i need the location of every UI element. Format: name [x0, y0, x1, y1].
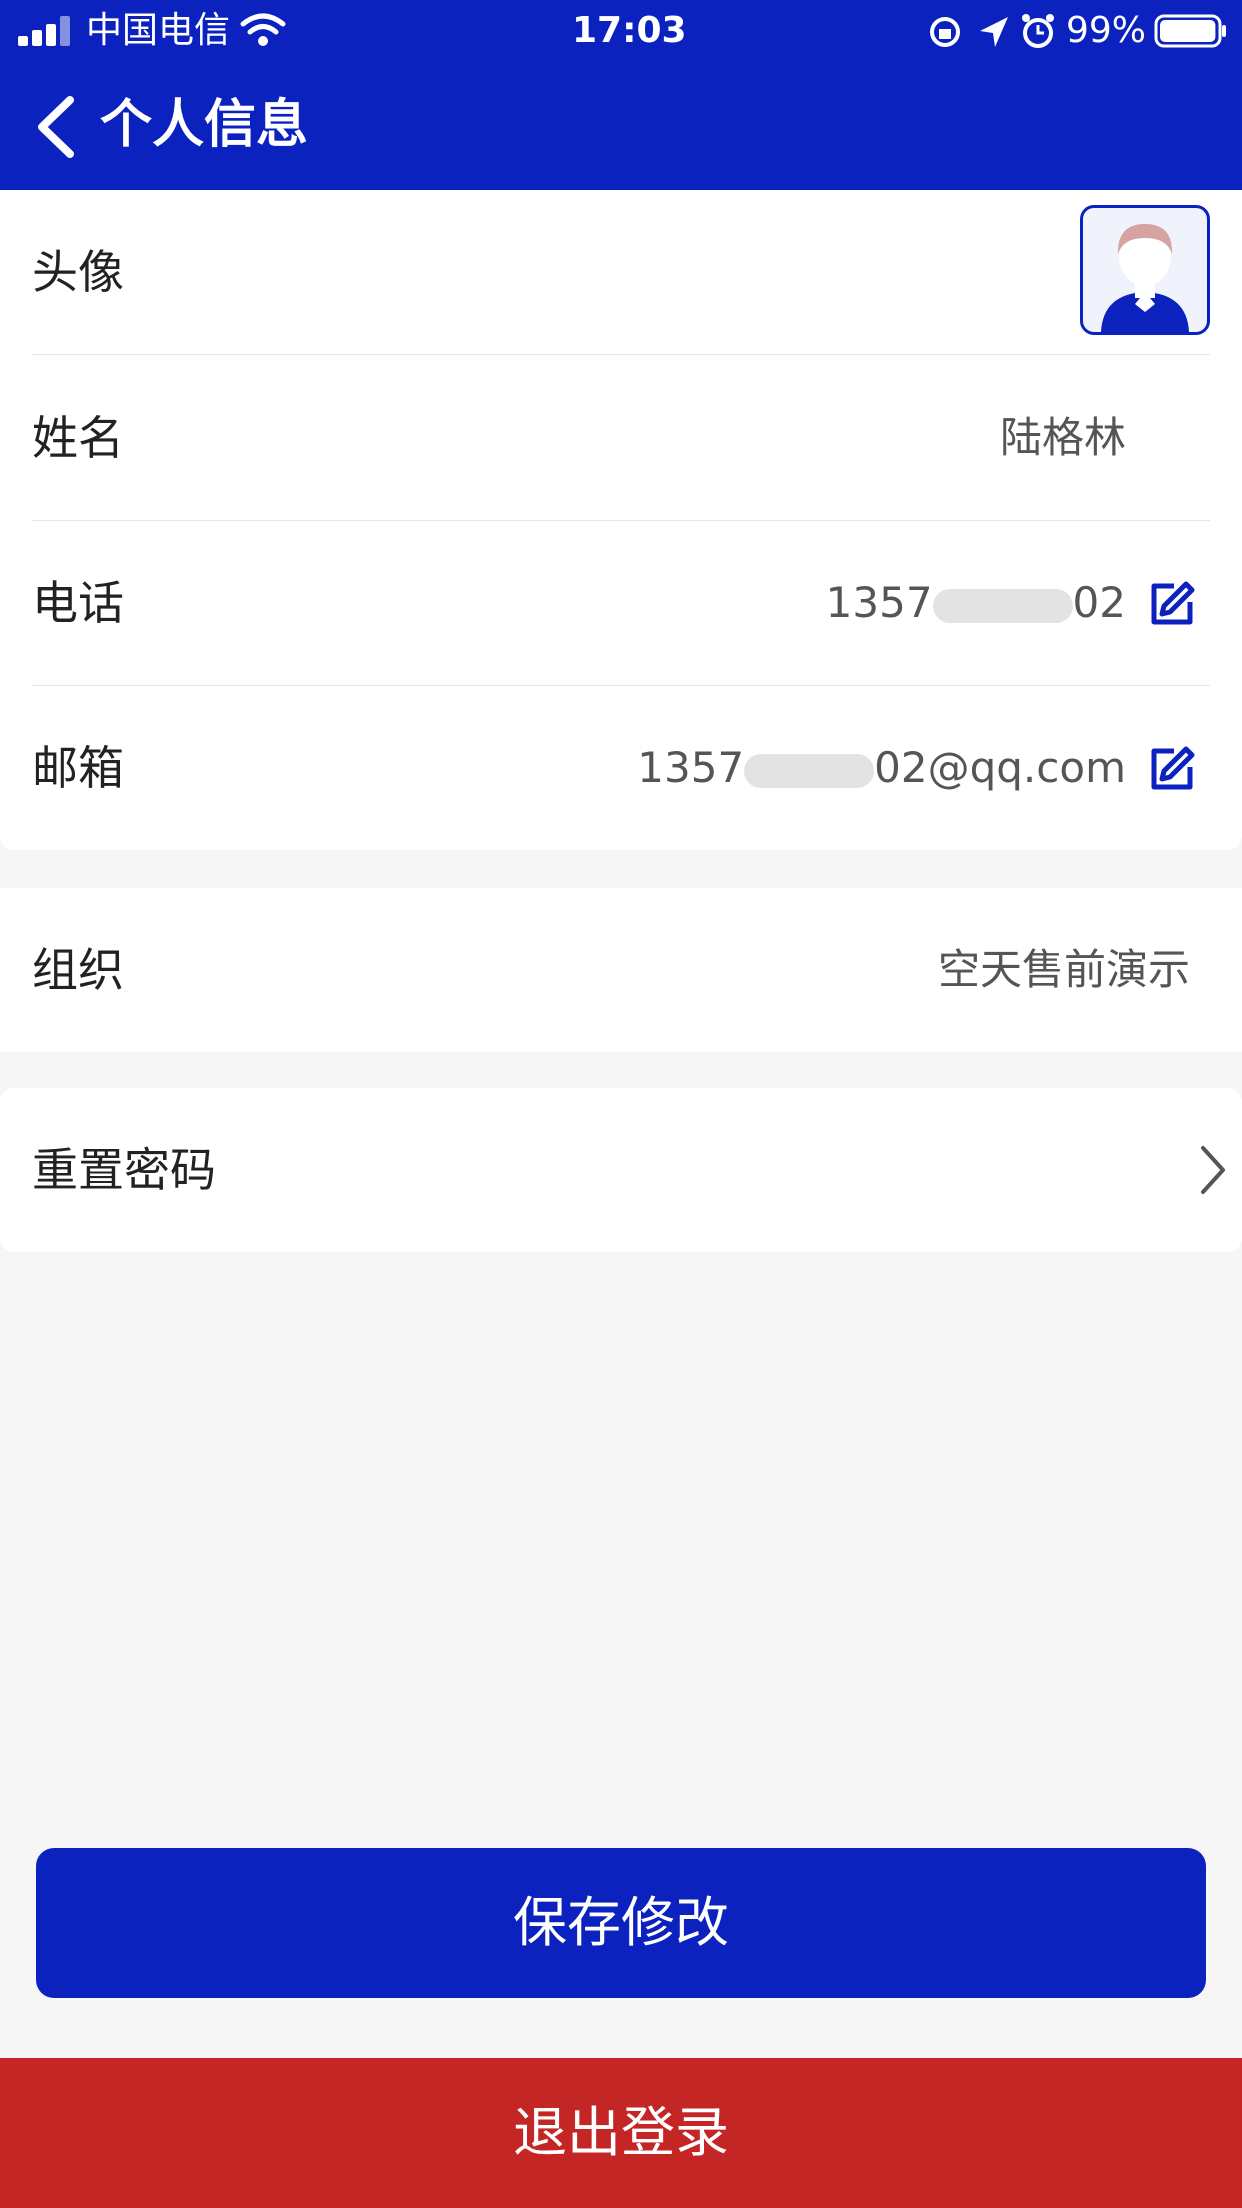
phone-label: 电话	[32, 576, 124, 630]
email-suffix: 02@qq.com	[874, 743, 1126, 792]
org-row: 组织 空天售前演示	[32, 888, 1210, 1052]
wifi-icon	[240, 13, 286, 46]
org-card: 组织 空天售前演示	[0, 888, 1242, 1052]
reset-password-row[interactable]: 重置密码	[32, 1088, 1242, 1252]
edit-icon[interactable]	[1148, 745, 1196, 793]
org-label: 组织	[32, 943, 124, 997]
phone-prefix: 1357	[825, 578, 933, 627]
signal-icon	[18, 16, 76, 46]
phone-value: 1357 02	[826, 521, 1126, 685]
carrier-label: 中国电信	[86, 10, 231, 51]
status-time: 17:03	[572, 10, 687, 51]
org-value: 空天售前演示	[937, 945, 1190, 994]
name-row: 姓名 陆格林	[32, 356, 1210, 521]
name-value: 陆格林	[999, 413, 1126, 462]
redaction-mask	[744, 753, 875, 788]
profile-card: 头像 姓名 陆格林 电话 1357 02 邮箱 1357 02@qq.com	[0, 190, 1242, 850]
alarm-icon	[1022, 14, 1054, 48]
reset-password-label: 重置密码	[32, 1143, 216, 1197]
email-label: 邮箱	[32, 741, 124, 795]
avatar-label: 头像	[32, 245, 124, 299]
email-row: 邮箱 1357 02@qq.com	[32, 686, 1210, 850]
page-title: 个人信息	[100, 95, 309, 155]
avatar-row[interactable]: 头像	[32, 190, 1210, 355]
reset-password-card[interactable]: 重置密码	[0, 1088, 1242, 1252]
name-label: 姓名	[32, 411, 124, 465]
chevron-left-icon[interactable]	[30, 94, 86, 160]
save-button[interactable]: 保存修改	[36, 1848, 1206, 1998]
phone-row: 电话 1357 02	[32, 521, 1210, 686]
battery-icon	[1154, 14, 1226, 48]
app-header: 中国电信 17:03 99% 个人信息	[0, 0, 1242, 190]
redaction-mask	[932, 588, 1073, 623]
status-bar: 中国电信 17:03 99%	[0, 0, 1242, 62]
edit-icon[interactable]	[1148, 580, 1196, 628]
location-icon	[980, 17, 1008, 47]
phone-suffix: 02	[1072, 578, 1126, 627]
email-value: 1357 02@qq.com	[637, 686, 1126, 850]
logout-button[interactable]: 退出登录	[0, 2058, 1242, 2208]
orientation-lock-icon	[930, 17, 960, 47]
battery-percent: 99%	[1066, 10, 1147, 51]
avatar[interactable]	[1080, 205, 1210, 335]
chevron-right-icon	[1201, 1146, 1225, 1194]
email-prefix: 1357	[637, 743, 745, 792]
